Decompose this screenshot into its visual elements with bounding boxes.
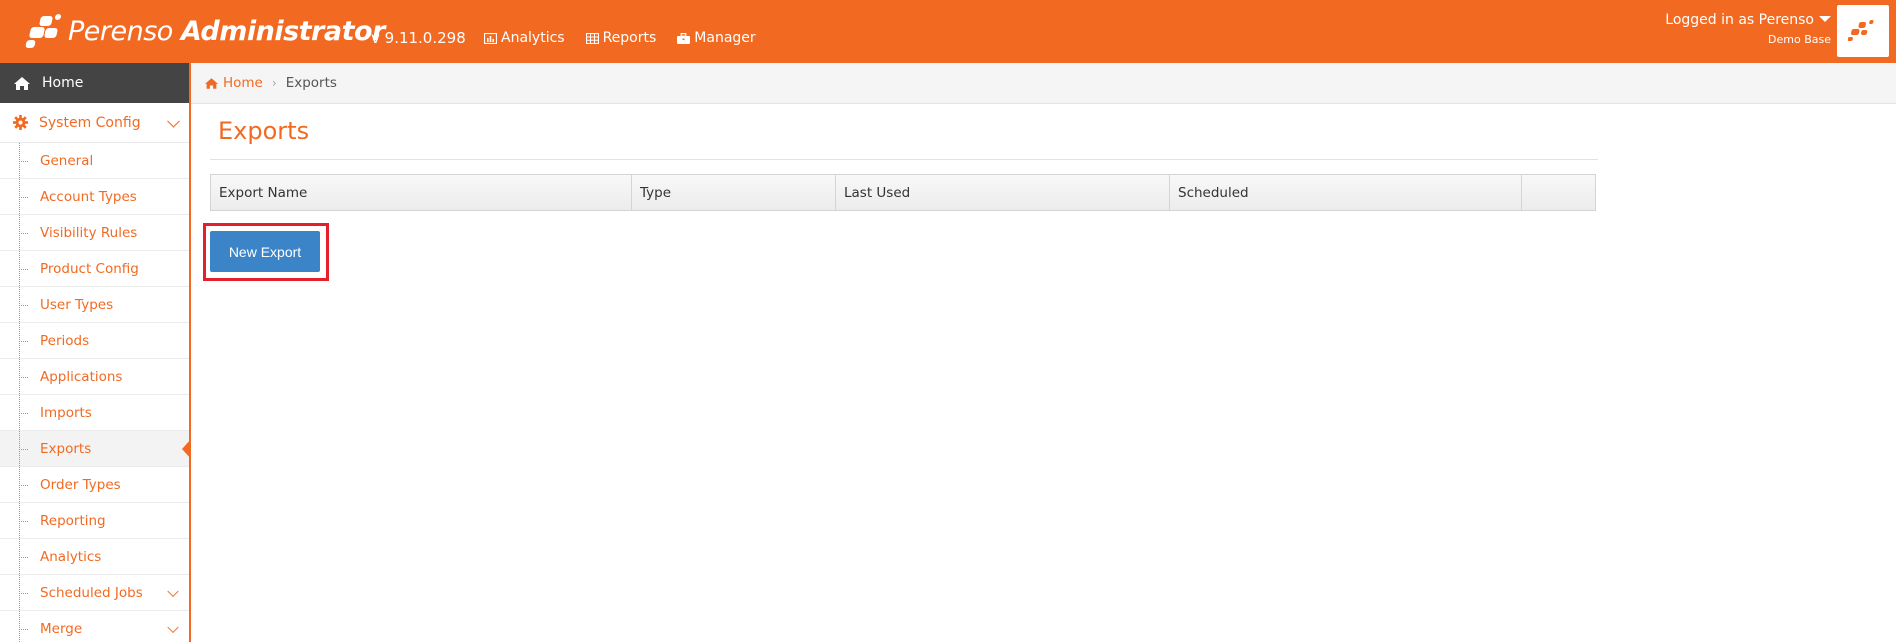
column-header-export-name[interactable]: Export Name <box>211 175 632 210</box>
nav-reports-label: Reports <box>602 30 657 46</box>
sidebar-item-general[interactable]: General <box>0 143 189 179</box>
brand-logo[interactable]: Perenso Administrator <box>25 8 385 54</box>
breadcrumb: Home › Exports <box>191 63 1896 104</box>
perenso-logo-icon <box>1848 20 1874 41</box>
sidebar-home-label: Home <box>42 75 84 91</box>
column-header-actions <box>1522 175 1595 210</box>
chevron-down-icon <box>167 585 179 597</box>
perenso-logo-icon <box>25 12 66 50</box>
sidebar-item-label: Visibility Rules <box>40 224 138 241</box>
sidebar-item-label: Reporting <box>40 512 106 529</box>
sidebar-item-analytics[interactable]: Analytics <box>0 539 189 575</box>
database-name: Demo Base <box>1768 33 1831 46</box>
sidebar-item-scheduled-jobs[interactable]: Scheduled Jobs <box>0 575 189 611</box>
nav-analytics[interactable]: Analytics <box>484 30 565 46</box>
sidebar-section-label: System Config <box>39 114 141 131</box>
table-icon <box>585 32 599 44</box>
nav-manager[interactable]: Manager <box>677 30 756 46</box>
nav-manager-label: Manager <box>694 30 756 46</box>
avatar[interactable] <box>1837 5 1889 57</box>
brand-name-bold: Administrator <box>180 15 386 47</box>
sidebar-item-account-types[interactable]: Account Types <box>0 179 189 215</box>
sidebar-item-user-types[interactable]: User Types <box>0 287 189 323</box>
top-bar: Perenso Administrator v 9.11.0.298 Analyt… <box>0 0 1896 63</box>
user-login[interactable]: Logged in as Perenso <box>1665 12 1831 28</box>
sidebar-item-label: Analytics <box>40 548 102 565</box>
title-divider <box>210 159 1598 160</box>
breadcrumb-home[interactable]: Home <box>205 75 263 91</box>
brand-name-light: Perenso <box>68 15 173 47</box>
column-header-scheduled[interactable]: Scheduled <box>1170 175 1522 210</box>
user-login-label: Logged in as Perenso <box>1665 12 1814 28</box>
chevron-down-icon <box>167 621 179 633</box>
sidebar: Home System Config General Account Types <box>0 63 191 642</box>
home-icon <box>14 76 30 90</box>
home-icon <box>205 77 218 89</box>
caret-down-icon <box>1819 16 1831 22</box>
sidebar-item-label: Exports <box>40 440 92 457</box>
sidebar-item-label: Periods <box>40 332 90 349</box>
sidebar-item-label: General <box>40 152 94 169</box>
sidebar-item-order-types[interactable]: Order Types <box>0 467 189 503</box>
active-pointer-icon <box>182 438 189 459</box>
sidebar-section-system-config[interactable]: System Config <box>0 103 189 143</box>
sidebar-item-label: Imports <box>40 404 92 421</box>
breadcrumb-home-label: Home <box>223 75 263 91</box>
brand-name: Perenso Administrator <box>68 16 385 47</box>
sidebar-item-product-config[interactable]: Product Config <box>0 251 189 287</box>
column-header-last-used[interactable]: Last Used <box>836 175 1170 210</box>
new-export-button[interactable]: New Export <box>210 231 320 272</box>
sidebar-item-label: Order Types <box>40 476 121 493</box>
gear-icon <box>13 115 28 130</box>
nav-analytics-label: Analytics <box>501 30 565 46</box>
sidebar-item-periods[interactable]: Periods <box>0 323 189 359</box>
sidebar-item-label: Scheduled Jobs <box>40 584 143 601</box>
breadcrumb-current: Exports <box>285 75 337 91</box>
chart-icon <box>484 32 497 44</box>
user-menu[interactable]: Logged in as Perenso Demo Base <box>1665 12 1831 46</box>
column-header-type[interactable]: Type <box>632 175 836 210</box>
version-label: v 9.11.0.298 <box>371 29 466 47</box>
sidebar-item-applications[interactable]: Applications <box>0 359 189 395</box>
sidebar-item-label: Product Config <box>40 260 139 277</box>
page-title: Exports <box>218 117 310 145</box>
sidebar-item-home[interactable]: Home <box>0 63 189 103</box>
sidebar-item-label: Account Types <box>40 188 137 205</box>
sidebar-item-merge[interactable]: Merge <box>0 611 189 642</box>
sidebar-item-imports[interactable]: Imports <box>0 395 189 431</box>
nav-reports[interactable]: Reports <box>585 30 657 46</box>
sidebar-item-label: Merge <box>40 620 83 637</box>
top-nav: Analytics Reports Manager <box>484 30 777 46</box>
sidebar-item-exports[interactable]: Exports <box>0 431 189 467</box>
chevron-down-icon <box>167 114 180 128</box>
exports-table-header: Export Name Type Last Used Scheduled <box>210 174 1596 211</box>
briefcase-icon <box>677 32 691 44</box>
sidebar-item-label: User Types <box>40 296 114 313</box>
sidebar-item-visibility-rules[interactable]: Visibility Rules <box>0 215 189 251</box>
sidebar-item-reporting[interactable]: Reporting <box>0 503 189 539</box>
sidebar-item-label: Applications <box>40 368 123 385</box>
chevron-right-icon: › <box>271 76 277 90</box>
